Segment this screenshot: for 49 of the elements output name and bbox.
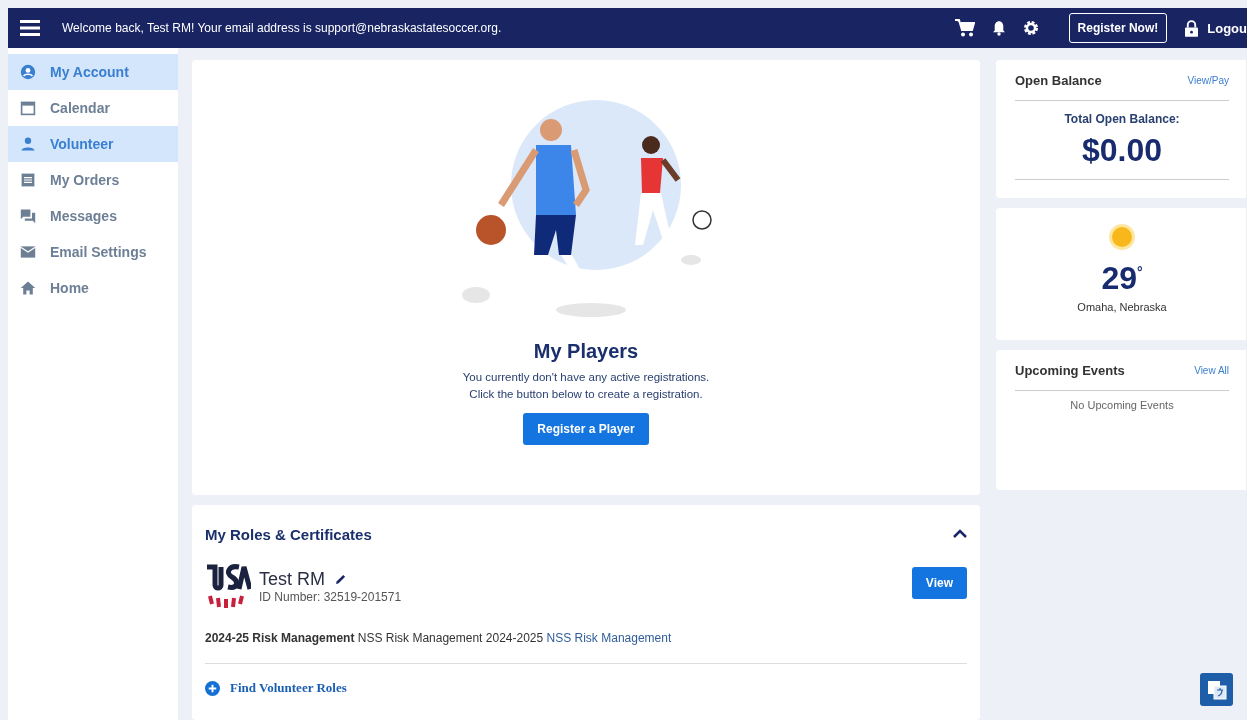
find-volunteer-roles-link[interactable]: Find Volunteer Roles [205,680,347,696]
balance-title: Open Balance [1015,72,1102,88]
document-icon [20,172,36,188]
register-player-button[interactable]: Register a Player [523,413,649,445]
balance-amount: $0.00 [1080,132,1164,169]
mail-icon [20,244,36,260]
sidebar-item[interactable]: Volunteer [8,126,178,162]
balance-label: Total Open Balance: [1063,112,1181,126]
sidebar-item[interactable]: Home [8,270,178,306]
usa-logo-icon [205,563,251,609]
sidebar-item[interactable]: Messages [8,198,178,234]
calendar-icon [20,100,36,116]
location: Omaha, Nebraska [1077,301,1167,313]
settings-icon[interactable] [1022,20,1039,36]
edit-icon[interactable] [335,573,346,585]
id-number: ID Number: 32519-201571 [259,589,403,604]
events-title: Upcoming Events [1015,362,1125,378]
person-name: Test RM [259,568,325,590]
lock-icon [1185,19,1199,37]
certificate-text: 2024-25 Risk Management NSS Risk Management 2024-2025 NSS Risk Management [205,631,967,664]
sun-icon [1107,222,1137,252]
sidebar-item[interactable]: Email Settings [8,234,178,270]
register-now-button[interactable]: Register Now! [1068,13,1168,43]
account-icon [20,64,36,80]
empty-message: Click the button below to create a registration. [469,387,703,402]
welcome-message: Welcome back, Test RM! Your email address is support@nebraskastatesoccer.org. [62,21,503,35]
home-icon [20,280,36,296]
chat-icon [20,208,36,224]
translate-button[interactable] [1200,673,1233,706]
person-icon [20,136,36,152]
sidebar-item[interactable]: My Account [8,54,178,90]
logout-link[interactable]: Logou [1185,19,1247,37]
bell-icon[interactable] [992,20,1005,36]
sidebar-item[interactable]: Calendar [8,90,178,126]
temperature: 29$^{°}$ [1101,260,1143,297]
view-all-link[interactable]: View All [1194,364,1229,376]
chevron-icon[interactable] [953,529,967,539]
menu-icon[interactable] [20,20,40,36]
certificate-link[interactable]: NSS Risk Management [546,631,672,645]
sidebar-item[interactable]: My Orders [8,162,178,198]
view-pay-link[interactable]: View/Pay [1187,74,1229,86]
cart-icon[interactable] [954,19,975,37]
plus-icon [205,680,220,696]
empty-message: You currently don't have any active registrations. [462,370,710,385]
no-events-message: No Upcoming Events [1069,399,1175,411]
view-button[interactable]: View [911,567,967,599]
players-title: My Players [533,340,639,363]
roles-title: My Roles & Certificates [205,525,372,543]
translate-icon [1206,679,1227,700]
